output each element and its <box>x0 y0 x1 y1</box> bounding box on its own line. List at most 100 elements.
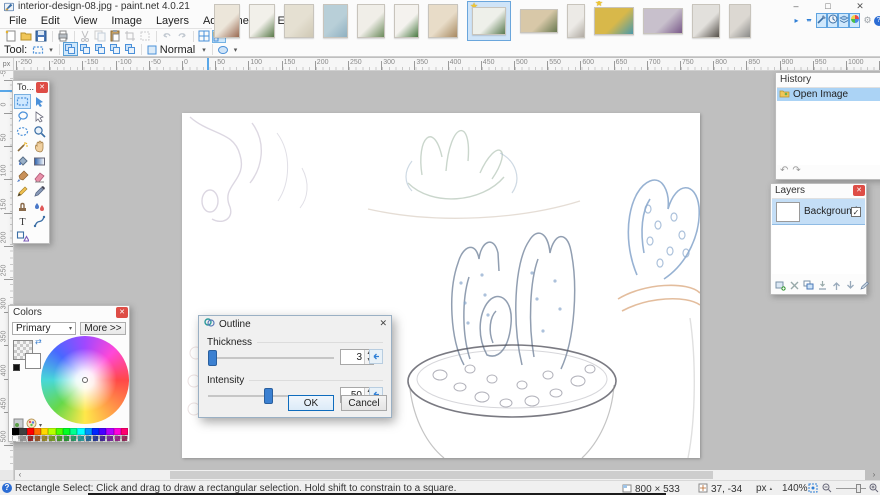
duplicate-layer-button[interactable] <box>802 279 814 291</box>
default-colors-swatch[interactable] <box>13 364 20 371</box>
image-thumbnail-14[interactable] <box>729 4 751 38</box>
palette-swatch[interactable] <box>92 435 99 442</box>
image-thumbnail-6[interactable] <box>394 4 419 38</box>
delete-layer-button[interactable] <box>788 279 800 291</box>
palette-swatch[interactable] <box>106 428 113 435</box>
palette-swatch[interactable] <box>12 428 19 435</box>
palette-swatch[interactable] <box>63 428 70 435</box>
tool-color-picker[interactable] <box>31 184 48 199</box>
maximize-button[interactable]: □ <box>814 0 842 13</box>
history-item[interactable]: Open Image <box>777 88 880 101</box>
image-thumbnail-8[interactable] <box>472 7 506 35</box>
image-thumbnail-7[interactable] <box>428 4 458 38</box>
colors-panel-close-icon[interactable]: ✕ <box>116 307 128 318</box>
layer-properties-button[interactable] <box>858 279 870 291</box>
selection-mode-subtract[interactable] <box>93 42 108 56</box>
color-wheel[interactable] <box>41 336 129 424</box>
tool-magic-wand[interactable] <box>14 139 31 154</box>
tool-gradient[interactable] <box>31 154 48 169</box>
secondary-color-swatch[interactable] <box>25 353 41 369</box>
primary-secondary-swatches[interactable]: ⇄ <box>13 340 45 378</box>
palette-swatch[interactable] <box>34 435 41 442</box>
open-folder-button[interactable] <box>19 30 33 43</box>
slider-thumb[interactable] <box>264 388 273 404</box>
zoom-in-icon[interactable] <box>869 483 879 495</box>
palette-swatch[interactable] <box>114 428 121 435</box>
unit-selector[interactable]: px▴ <box>756 483 772 494</box>
palette-swatch[interactable] <box>99 435 106 442</box>
tool-text[interactable]: T <box>14 214 31 229</box>
palette-swatch[interactable] <box>56 435 63 442</box>
flood-mode-label[interactable]: Normal <box>160 44 195 56</box>
reset-button[interactable] <box>369 349 383 364</box>
move-layer-up-button[interactable] <box>830 279 842 291</box>
image-thumbnail-13[interactable] <box>692 4 720 38</box>
cancel-button[interactable]: Cancel <box>341 395 387 411</box>
menu-file[interactable]: File <box>2 14 34 28</box>
sampling-mode-icon[interactable] <box>145 43 159 56</box>
add-layer-button[interactable] <box>774 279 786 291</box>
zoom-out-icon[interactable] <box>822 483 832 495</box>
color-mode-select[interactable]: Primary▾ <box>12 322 76 335</box>
zoom-slider-thumb[interactable] <box>856 484 861 493</box>
tool-recolor[interactable] <box>31 199 48 214</box>
palette-swatch[interactable] <box>121 428 128 435</box>
history-undo-redo[interactable]: ↶↷ <box>780 165 805 178</box>
tool-paintbrush[interactable] <box>14 169 31 184</box>
tool-zoom[interactable] <box>31 124 48 139</box>
tools-panel-toggle[interactable] <box>816 13 827 28</box>
image-thumbnail-4[interactable] <box>323 4 348 38</box>
image-thumbnail-9[interactable] <box>520 9 558 33</box>
palette-swatch[interactable] <box>41 435 48 442</box>
palette-swatch[interactable] <box>41 428 48 435</box>
layers-panel-toggle[interactable] <box>838 13 849 28</box>
tool-shapes[interactable] <box>14 229 31 244</box>
history-panel-toggle[interactable] <box>827 13 838 28</box>
save-button[interactable] <box>34 30 48 43</box>
palette-swatch[interactable] <box>99 428 106 435</box>
help-button[interactable]: ? <box>873 13 880 28</box>
palette-swatch[interactable] <box>48 435 55 442</box>
palette-swatch[interactable] <box>114 435 121 442</box>
palette-swatch[interactable] <box>85 435 92 442</box>
minimize-button[interactable]: – <box>782 0 810 13</box>
image-thumbnail-12[interactable] <box>643 8 683 34</box>
image-thumbnail-1[interactable] <box>214 4 240 38</box>
tool-pan[interactable] <box>31 139 48 154</box>
palette-swatch[interactable] <box>27 428 34 435</box>
layer-visible-checkbox[interactable]: ✓ <box>851 207 861 217</box>
selection-mode-invert[interactable] <box>123 42 138 56</box>
layers-panel-close-icon[interactable]: ✕ <box>853 185 865 196</box>
merge-down-button[interactable] <box>816 279 828 291</box>
move-layer-down-button[interactable] <box>844 279 856 291</box>
image-thumbnail-selected[interactable]: ★ <box>467 1 511 41</box>
more-button[interactable]: More >> <box>80 322 126 335</box>
zoom-level[interactable]: 140% <box>782 483 808 494</box>
tool-clone-stamp[interactable] <box>14 199 31 214</box>
selection-mode-replace[interactable] <box>63 42 78 56</box>
grid-button[interactable] <box>197 30 211 43</box>
flood-mode-dropdown-arrow[interactable]: ▾ <box>202 46 206 54</box>
tool-line-curve[interactable] <box>31 214 48 229</box>
tool-lasso-select[interactable] <box>14 109 31 124</box>
menu-layers[interactable]: Layers <box>149 14 196 28</box>
thickness-slider[interactable] <box>208 357 334 359</box>
menu-image[interactable]: Image <box>104 14 149 28</box>
layer-row[interactable]: Background✓ <box>772 199 865 225</box>
new-file-button[interactable] <box>4 30 18 43</box>
selection-mode-intersect[interactable] <box>108 42 123 56</box>
image-thumbnail-11[interactable]: ★ <box>594 7 634 35</box>
swap-colors-icon[interactable]: ⇄ <box>35 337 42 346</box>
settings-button[interactable]: ⚙ <box>862 13 873 28</box>
slider-thumb[interactable] <box>208 350 217 366</box>
tool-move-pixels[interactable] <box>31 94 48 109</box>
close-button[interactable]: ✕ <box>846 0 874 13</box>
horizontal-scrollbar[interactable]: ‹ <box>15 470 865 480</box>
tool-ellipse-select[interactable] <box>14 124 31 139</box>
menu-view[interactable]: View <box>67 14 105 28</box>
ok-button[interactable]: OK <box>288 395 334 411</box>
current-tool-icon[interactable] <box>31 43 45 56</box>
palette-swatch[interactable] <box>63 435 70 442</box>
palette-swatch[interactable] <box>19 435 26 442</box>
tool-dropdown-arrow[interactable]: ▾ <box>49 46 53 54</box>
